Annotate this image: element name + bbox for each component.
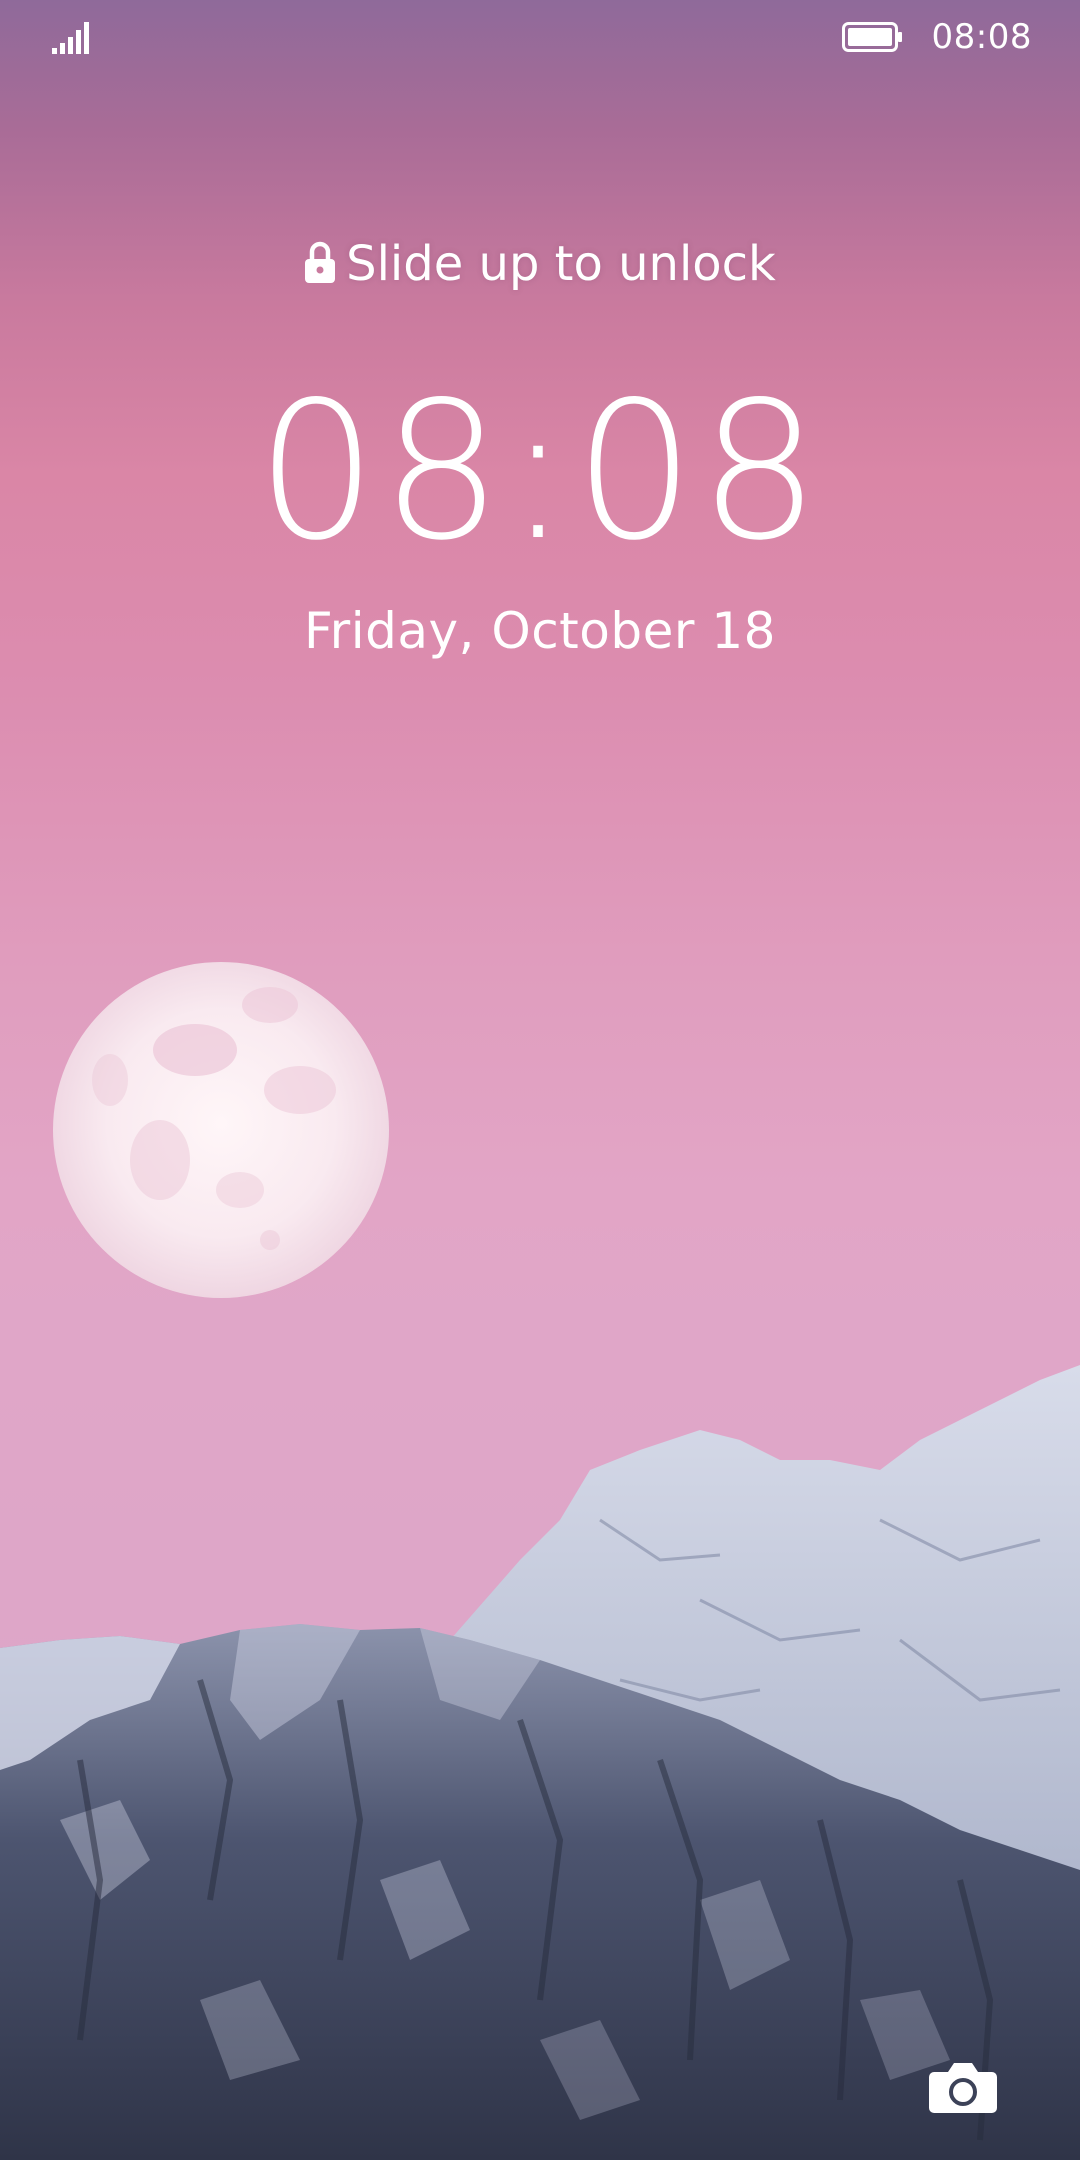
lock-screen-date: Friday, October 18 [304,602,776,660]
lock-icon [305,241,336,283]
wallpaper-image [0,962,1080,2160]
unlock-hint-text: Slide up to unlock [346,236,776,292]
signal-bars-icon [52,22,89,54]
status-bar: 08:08 [0,0,1080,72]
battery-full-icon [842,22,902,52]
moon [53,962,389,1298]
lock-screen[interactable]: 08:08 Slide up to unlock 08:08 Friday, O… [0,0,1080,2160]
lock-screen-clock: 08:08 [256,361,824,582]
status-bar-time: 08:08 [931,17,1032,57]
camera-icon[interactable] [928,2060,998,2114]
unlock-hint[interactable]: Slide up to unlock [0,232,1080,296]
